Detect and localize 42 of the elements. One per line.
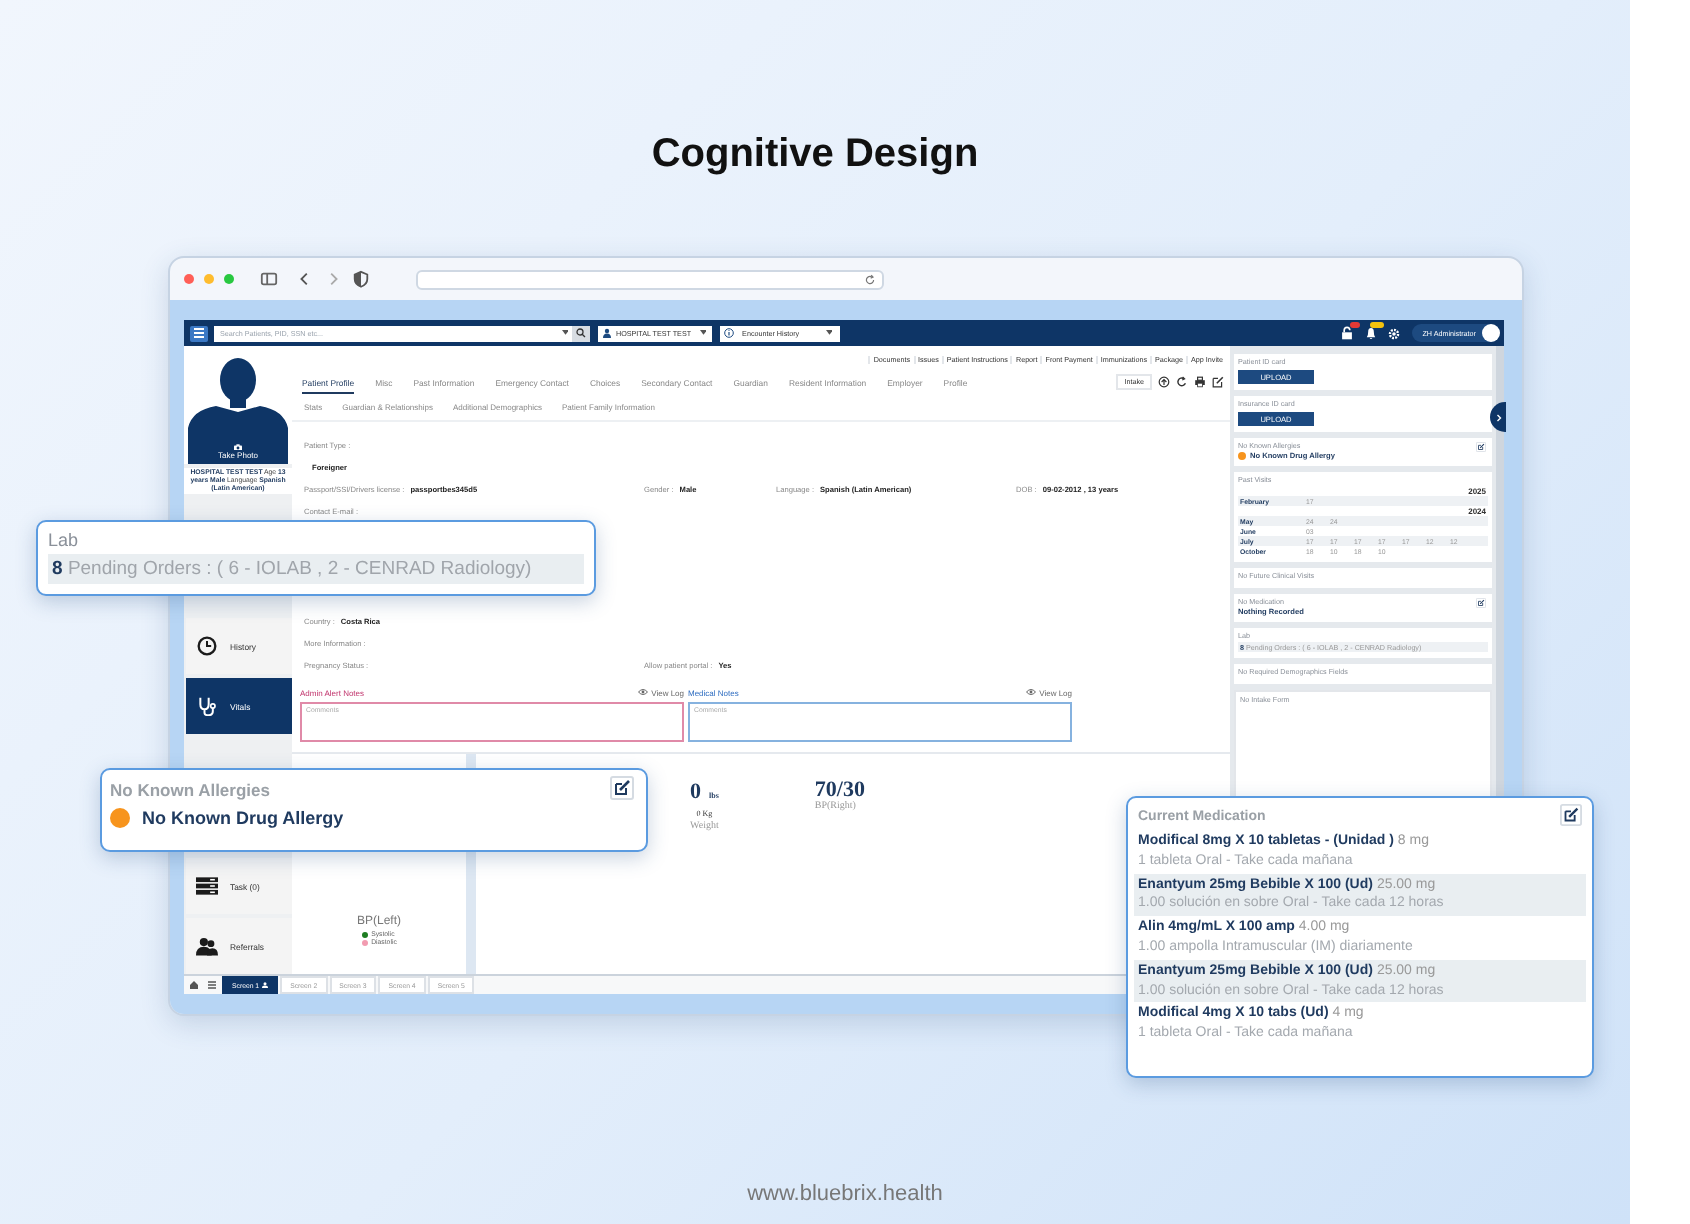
upload-icon[interactable] (1158, 376, 1170, 388)
eye-icon (638, 688, 649, 696)
lock-icon[interactable] (1340, 326, 1355, 340)
home-icon[interactable] (188, 980, 200, 990)
settings-icon[interactable] (1388, 327, 1401, 339)
edit-icon[interactable] (1212, 376, 1224, 388)
refresh-icon[interactable] (1176, 376, 1188, 388)
person-silhouette-icon (188, 352, 288, 440)
callout-title: No Known Allergies (110, 778, 270, 802)
lab-orders: 8 Pending Orders : ( 6 - IOLAB , 2 - CENRAD Radiology) (48, 554, 584, 584)
clock-icon (196, 636, 218, 656)
menu-icon[interactable] (206, 980, 218, 990)
search-icon (576, 328, 586, 338)
weight-value: 0 (690, 780, 701, 804)
chevron-icon (1495, 413, 1501, 421)
sidebar-icon[interactable] (260, 270, 278, 288)
edit-icon[interactable] (1476, 442, 1486, 452)
menu-button[interactable] (190, 325, 208, 341)
search-button[interactable] (572, 325, 590, 341)
callout-title: Lab (48, 528, 79, 552)
shield-icon[interactable] (352, 270, 370, 288)
avatar-icon (1482, 324, 1500, 342)
user-icon (602, 328, 612, 338)
list-icon (196, 876, 218, 896)
allergy-text: No Known Drug Allergy (142, 808, 344, 828)
bp-value: 70/30 (814, 778, 865, 802)
bell-icon[interactable] (1364, 326, 1379, 340)
edit-icon[interactable] (1476, 598, 1486, 608)
eye-icon (1026, 688, 1037, 696)
camera-icon (234, 443, 242, 451)
close-button[interactable] (184, 274, 194, 284)
website-url[interactable]: www.bluebrix.health (747, 1180, 943, 1208)
user-icon (262, 982, 269, 988)
page-heading: Cognitive Design (651, 130, 979, 180)
info-icon (724, 328, 735, 338)
reload-icon[interactable] (864, 273, 876, 285)
caret-icon (561, 330, 568, 336)
stethoscope-icon (196, 696, 218, 716)
caret-icon (825, 330, 833, 336)
print-icon[interactable] (1194, 376, 1206, 388)
people-icon (196, 936, 218, 956)
caret-icon (699, 330, 707, 336)
